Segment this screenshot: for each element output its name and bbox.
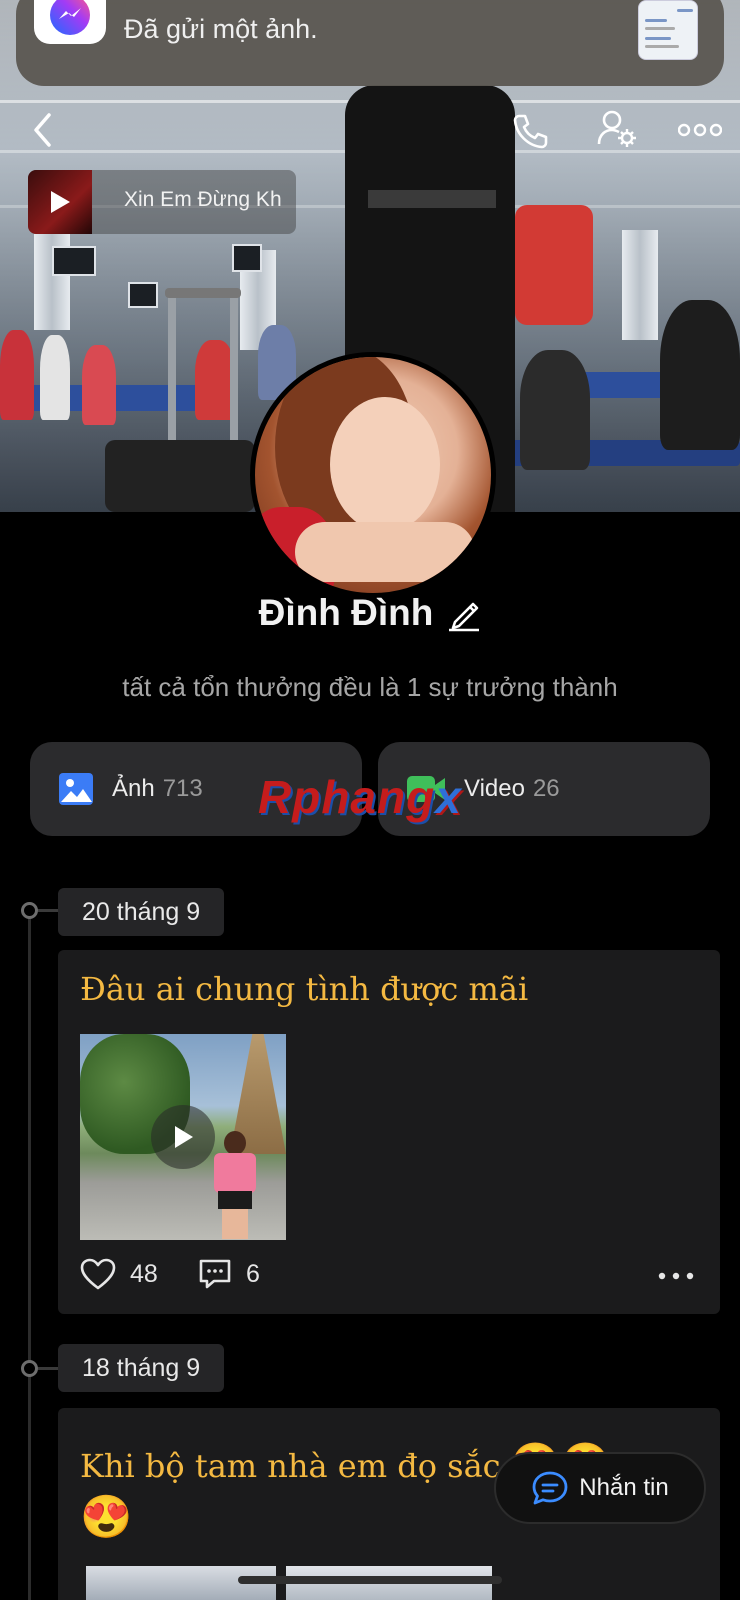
post-title-text: Khi bộ tam nhà em đọ sắc xyxy=(80,1447,501,1485)
watermark-part2: x xyxy=(435,771,462,823)
phone-icon xyxy=(513,114,548,149)
back-button[interactable] xyxy=(22,108,62,152)
tab-photos-label: Ảnh xyxy=(112,775,155,802)
post-video-thumbnail[interactable] xyxy=(80,1034,286,1240)
more-horizontal-icon xyxy=(678,123,722,137)
timeline-dot xyxy=(21,902,38,919)
home-indicator[interactable] xyxy=(238,1576,502,1584)
post-more-button[interactable] xyxy=(658,1272,694,1280)
timeline-dot xyxy=(21,1360,38,1377)
pencil-icon[interactable] xyxy=(447,594,481,632)
more-options-button[interactable] xyxy=(676,110,724,150)
post-card[interactable]: Đâu ai chung tình được mãi 48 6 xyxy=(58,950,720,1314)
post-title-emoji: 😍 xyxy=(80,1492,133,1541)
like-count: 48 xyxy=(130,1259,158,1288)
profile-name: Đình Đình xyxy=(258,592,434,633)
play-icon xyxy=(175,1126,193,1148)
user-settings-icon xyxy=(597,110,636,147)
profile-music-chip[interactable]: Xin Em Đừng Kh xyxy=(28,170,296,234)
comment-icon xyxy=(199,1259,231,1289)
message-notification[interactable]: Đã gửi một ảnh. xyxy=(16,0,724,86)
message-button-label: Nhắn tin xyxy=(579,1474,669,1501)
more-horizontal-icon xyxy=(658,1272,694,1280)
date-chip: 18 tháng 9 xyxy=(58,1344,225,1392)
messenger-icon xyxy=(34,0,106,44)
notification-text: Đã gửi một ảnh. xyxy=(124,14,318,44)
comment-button[interactable]: 6 xyxy=(198,1258,260,1290)
music-title: Xin Em Đừng Kh xyxy=(124,188,282,211)
chevron-left-icon xyxy=(34,113,51,147)
tab-photos-count: 713 xyxy=(162,775,203,802)
message-button[interactable]: Nhắn tin xyxy=(494,1452,706,1524)
photo-icon xyxy=(59,773,93,805)
play-icon xyxy=(51,191,70,213)
chat-bubble-icon xyxy=(532,1471,568,1505)
comment-count: 6 xyxy=(246,1259,260,1288)
tab-videos-label: Video xyxy=(464,775,525,802)
music-cover[interactable] xyxy=(28,170,92,234)
tab-videos-count: 26 xyxy=(532,775,560,802)
call-button[interactable] xyxy=(508,108,554,154)
profile-settings-button[interactable] xyxy=(594,106,640,152)
play-button[interactable] xyxy=(151,1105,215,1169)
heart-icon xyxy=(80,1258,116,1290)
date-chip: 20 tháng 9 xyxy=(58,888,225,936)
post-title: Đâu ai chung tình được mãi xyxy=(80,970,529,1008)
timeline-line xyxy=(28,912,31,1600)
watermark-part1: Rphang xyxy=(258,771,436,823)
avatar[interactable] xyxy=(250,352,496,598)
watermark: Rphangx xyxy=(258,770,462,824)
like-button[interactable]: 48 xyxy=(80,1258,158,1290)
profile-bio: tất cả tổn thưởng đều là 1 sự trưởng thà… xyxy=(122,672,618,702)
notification-thumbnail xyxy=(638,0,698,60)
